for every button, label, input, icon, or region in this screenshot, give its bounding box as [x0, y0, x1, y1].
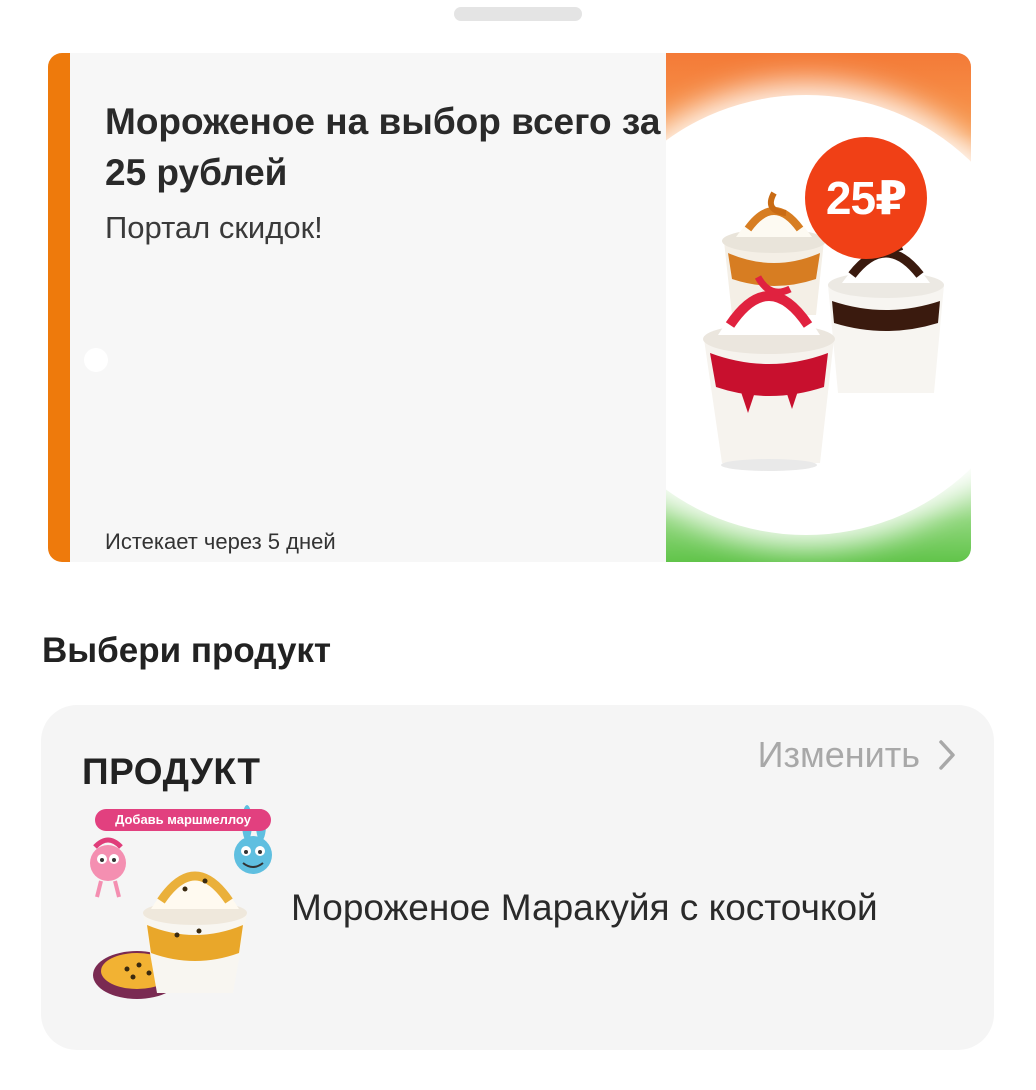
offer-subtitle: Портал скидок!: [105, 210, 323, 245]
offer-expiry: Истекает через 5 дней: [105, 529, 336, 554]
product-name: Мороженое Маракуйя с косточкой: [291, 887, 878, 928]
product-label: ПРОДУКТ: [82, 751, 261, 792]
offer-promo-image: 25₽: [666, 53, 971, 562]
product-card[interactable]: ПРОДУКТ Изменить Добавь маршмеллоу Морож…: [41, 705, 994, 1050]
offer-text: Мороженое на выбор всего за 25 рублей По…: [105, 96, 665, 248]
section-title: Выбери продукт: [42, 631, 332, 670]
chocolate-sundae: [828, 237, 944, 393]
ice-cream-cups-illustration: [703, 191, 944, 471]
chevron-right-icon: [939, 740, 955, 770]
sheet-grabber[interactable]: [454, 7, 582, 21]
offer-card: Мороженое на выбор всего за 25 рублей По…: [48, 53, 971, 562]
price-badge: 25₽: [805, 137, 927, 259]
change-product-link[interactable]: Изменить: [758, 734, 956, 776]
change-label: Изменить: [757, 734, 920, 775]
pink-character-icon: [90, 837, 126, 898]
offer-notch: [84, 348, 108, 372]
passion-fruit-ice-cream-illustration: [90, 805, 272, 999]
passion-fruit-sundae: [143, 871, 247, 993]
product-image: Добавь маршмеллоу: [81, 803, 296, 1003]
offer-accent-stripe: [48, 53, 70, 562]
offer-title: Мороженое на выбор всего за 25 рублей: [105, 101, 661, 193]
marshmallow-tag: Добавь маршмеллоу: [95, 809, 271, 831]
